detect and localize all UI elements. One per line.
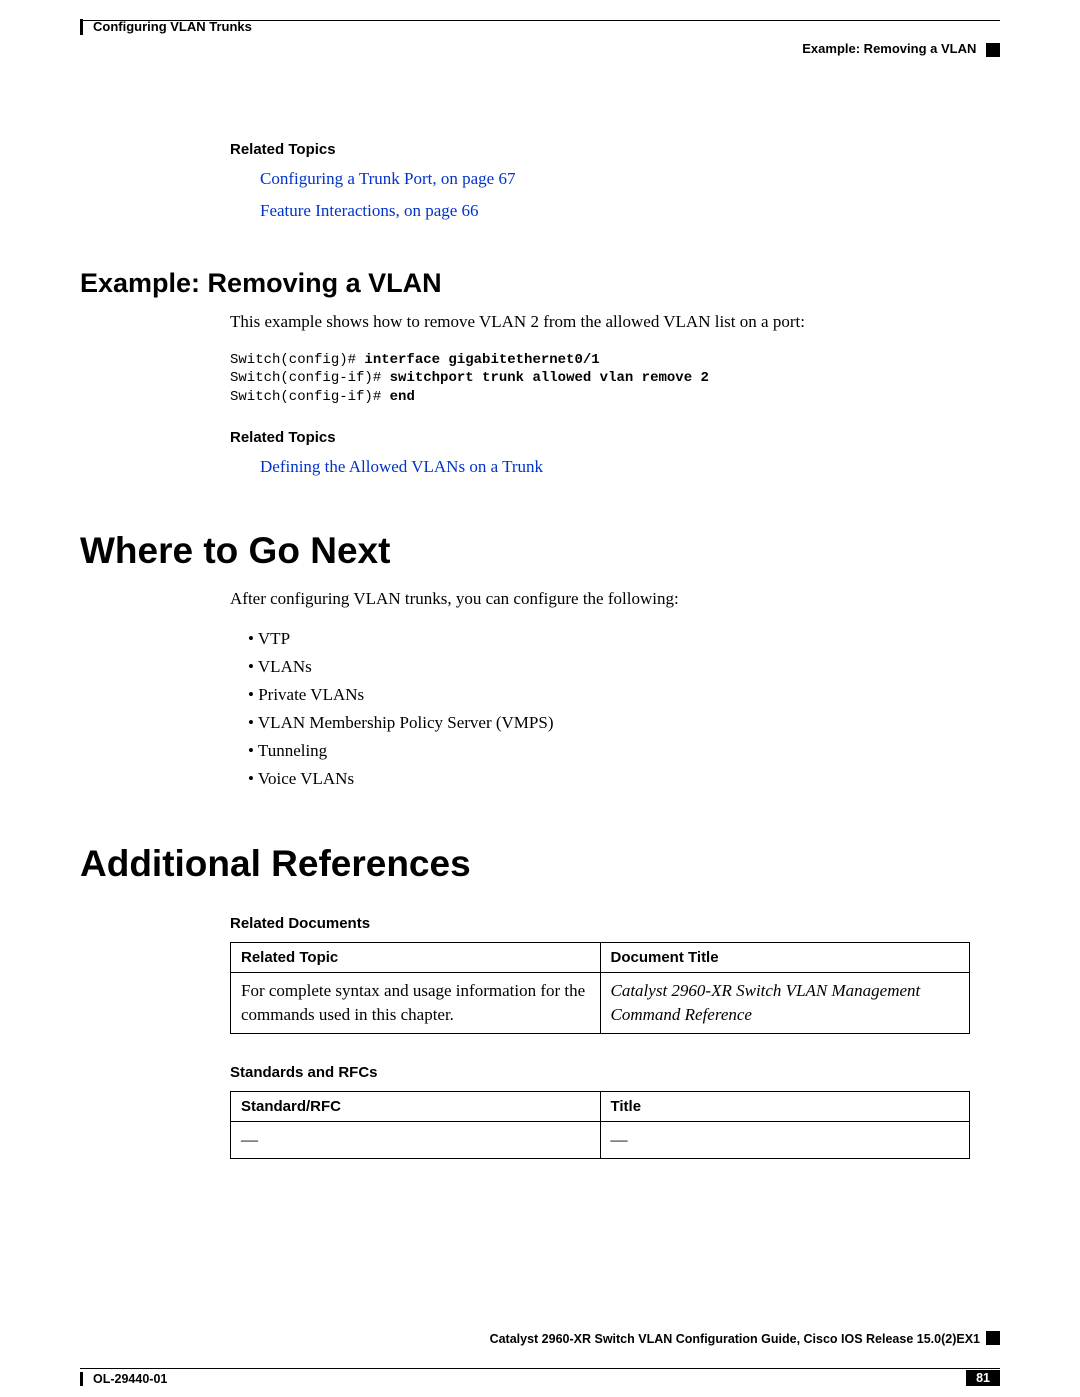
page-footer: Catalyst 2960-XR Switch VLAN Configurati… [80,1332,1000,1369]
code-prompt-1: Switch(config)# [230,352,364,368]
th-related-topic: Related Topic [231,943,601,973]
table-header-row: Related Topic Document Title [231,943,970,973]
code-block: Switch(config)# interface gigabitetherne… [230,351,1000,408]
related-topics-heading-2: Related Topics [230,429,1000,446]
related-documents-title: Related Documents [230,915,1000,932]
code-prompt-2: Switch(config-if)# [230,370,390,386]
example-body: This example shows how to remove VLAN 2 … [230,309,1000,480]
example-intro: This example shows how to remove VLAN 2 … [230,309,1000,335]
footer-square-icon [986,1331,1000,1345]
related-topics-block-1: Related Topics Configuring a Trunk Port,… [230,141,1000,223]
code-cmd-2: switchport trunk allowed vlan remove 2 [390,370,709,386]
td-topic: For complete syntax and usage informatio… [231,973,601,1034]
list-item: VTP [248,625,1000,653]
list-item: Voice VLANs [248,765,1000,793]
where-next-intro: After configuring VLAN trunks, you can c… [230,586,1000,612]
where-next-list: VTP VLANs Private VLANs VLAN Membership … [248,625,1000,793]
footer-book-title: Catalyst 2960-XR Switch VLAN Configurati… [490,1332,980,1346]
list-item: VLAN Membership Policy Server (VMPS) [248,709,1000,737]
link-configuring-trunk-port[interactable]: Configuring a Trunk Port, on page 67 [260,166,1000,192]
header-section-text: Example: Removing a VLAN [802,41,976,56]
table-row: For complete syntax and usage informatio… [231,973,970,1034]
list-item: VLANs [248,653,1000,681]
footer-page-number: 81 [966,1370,1000,1386]
list-item: Tunneling [248,737,1000,765]
additional-refs-body: Related Documents Related Topic Document… [230,915,1000,1158]
related-documents-table: Related Topic Document Title For complet… [230,942,970,1034]
th-title: Title [600,1092,970,1122]
footer-doc-number: OL-29440-01 [80,1372,167,1386]
header-chapter: Configuring VLAN Trunks [80,19,252,35]
code-prompt-3: Switch(config-if)# [230,389,390,405]
link-feature-interactions[interactable]: Feature Interactions, on page 66 [260,198,1000,224]
page: Configuring VLAN Trunks Example: Removin… [0,0,1080,1397]
heading-example-removing-vlan: Example: Removing a VLAN [80,268,1000,299]
table-row: — — [231,1122,970,1159]
standards-rfcs-table: Standard/RFC Title — — [230,1091,970,1159]
link-defining-allowed-vlans[interactable]: Defining the Allowed VLANs on a Trunk [260,454,1000,480]
table-header-row: Standard/RFC Title [231,1092,970,1122]
heading-additional-references: Additional References [80,843,1000,885]
where-next-body: After configuring VLAN trunks, you can c… [230,586,1000,794]
th-document-title: Document Title [600,943,970,973]
header-section: Example: Removing a VLAN [802,41,1000,57]
page-header: Configuring VLAN Trunks Example: Removin… [80,20,1000,61]
standards-rfcs-title: Standards and RFCs [230,1064,1000,1081]
th-standard-rfc: Standard/RFC [231,1092,601,1122]
td-std: — [231,1122,601,1159]
code-cmd-3: end [390,389,415,405]
heading-where-to-go-next: Where to Go Next [80,530,1000,572]
td-std-title: — [600,1122,970,1159]
code-cmd-1: interface gigabitethernet0/1 [364,352,599,368]
td-doc-title: Catalyst 2960-XR Switch VLAN Management … [600,973,970,1034]
related-topics-heading: Related Topics [230,141,1000,158]
header-square-icon [986,43,1000,57]
list-item: Private VLANs [248,681,1000,709]
